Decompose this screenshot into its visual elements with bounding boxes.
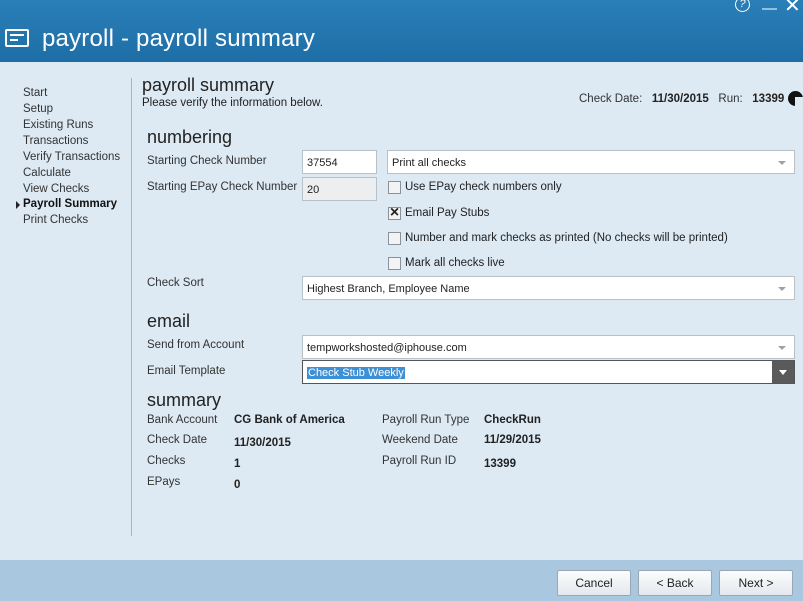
- page-subtitle: Please verify the information below.: [142, 97, 323, 109]
- summary-check-date-value: 11/30/2015: [234, 437, 291, 449]
- title-bar: payroll - payroll summary ? — ✕: [0, 0, 803, 62]
- run-label: Run:: [718, 93, 743, 105]
- epays-label: EPays: [147, 476, 181, 488]
- run-id-value: 13399: [484, 458, 516, 470]
- email-template-label: Email Template: [147, 365, 226, 377]
- epays-value: 0: [234, 479, 241, 491]
- email-heading: email: [147, 311, 191, 331]
- send-from-value: tempworkshosted@iphouse.com: [307, 342, 467, 354]
- checks-value: 1: [234, 458, 241, 470]
- payroll-card-icon: [5, 29, 29, 47]
- sidebar-item-start[interactable]: Start: [23, 87, 47, 99]
- chevron-down-icon[interactable]: [772, 361, 794, 383]
- sidebar-item-transactions[interactable]: Transactions: [23, 135, 88, 147]
- numbering-heading: numbering: [147, 127, 233, 147]
- print-option-value: Print all checks: [392, 157, 466, 169]
- sidebar-item-calculate[interactable]: Calculate: [23, 167, 71, 179]
- email-template-dropdown[interactable]: Check Stub Weekly: [302, 360, 795, 384]
- checks-label: Checks: [147, 455, 186, 467]
- run-type-label: Payroll Run Type: [382, 414, 470, 426]
- check-date-info: Check Date: 11/30/2015 Run: 13399: [579, 93, 784, 105]
- sidebar-item-existing-runs[interactable]: Existing Runs: [23, 119, 93, 131]
- checkbox-box[interactable]: [388, 232, 401, 245]
- wizard-steps-sidebar: Start Setup Existing Runs Transactions V…: [0, 62, 131, 540]
- weekend-date-value: 11/29/2015: [484, 434, 541, 446]
- run-status-icon: [788, 91, 803, 106]
- number-mark-checks-label: Number and mark checks as printed (No ch…: [405, 232, 728, 244]
- email-pay-stubs-label: Email Pay Stubs: [405, 207, 490, 219]
- email-template-value: Check Stub Weekly: [307, 367, 405, 379]
- summary-check-date-label: Check Date: [147, 434, 208, 446]
- check-date-label: Check Date:: [579, 93, 643, 105]
- minimize-icon[interactable]: —: [762, 0, 777, 18]
- page-title: payroll summary: [142, 75, 275, 95]
- starting-epay-input[interactable]: 20: [302, 177, 377, 201]
- run-value: 13399: [752, 93, 785, 105]
- check-sort-dropdown[interactable]: Highest Branch, Employee Name: [302, 276, 795, 300]
- chevron-down-icon: [778, 287, 786, 291]
- sidebar-item-print-checks[interactable]: Print Checks: [23, 214, 88, 226]
- run-type-value: CheckRun: [484, 414, 541, 426]
- cancel-button[interactable]: Cancel: [557, 570, 631, 596]
- sidebar-item-label: Payroll Summary: [23, 198, 117, 210]
- starting-check-label: Starting Check Number: [147, 155, 267, 167]
- next-button[interactable]: Next >: [719, 570, 793, 596]
- check-date-value: 11/30/2015: [651, 93, 709, 105]
- sidebar-divider: [131, 78, 132, 536]
- window-title: payroll - payroll summary: [42, 25, 316, 52]
- run-id-label: Payroll Run ID: [382, 455, 457, 467]
- bank-account-value: CG Bank of America: [234, 414, 345, 426]
- close-icon[interactable]: ✕: [784, 0, 801, 16]
- chevron-down-icon: [778, 161, 786, 165]
- help-icon[interactable]: ?: [735, 0, 750, 12]
- weekend-date-label: Weekend Date: [382, 434, 458, 446]
- bank-account-label: Bank Account: [147, 414, 218, 426]
- summary-heading: summary: [147, 390, 222, 410]
- send-from-dropdown[interactable]: tempworkshosted@iphouse.com: [302, 335, 795, 359]
- check-sort-value: Highest Branch, Employee Name: [307, 283, 470, 295]
- checkbox-box[interactable]: [388, 181, 401, 194]
- sidebar-item-payroll-summary[interactable]: Payroll Summary: [16, 198, 117, 210]
- use-epay-only-label: Use EPay check numbers only: [405, 181, 562, 193]
- sidebar-item-setup[interactable]: Setup: [23, 103, 53, 115]
- mark-checks-live-label: Mark all checks live: [405, 257, 505, 269]
- checkbox-box[interactable]: [388, 257, 401, 270]
- starting-check-input[interactable]: 37554: [302, 150, 377, 174]
- print-option-dropdown[interactable]: Print all checks: [387, 150, 795, 174]
- sidebar-item-verify-transactions[interactable]: Verify Transactions: [23, 151, 120, 163]
- checkbox-box-checked[interactable]: [388, 204, 401, 222]
- starting-epay-label: Starting EPay Check Number: [147, 181, 298, 193]
- check-sort-label: Check Sort: [147, 277, 204, 289]
- current-step-arrow-icon: [16, 201, 20, 209]
- send-from-label: Send from Account: [147, 339, 245, 351]
- sidebar-item-view-checks[interactable]: View Checks: [23, 183, 89, 195]
- chevron-down-icon: [778, 346, 786, 350]
- back-button[interactable]: < Back: [638, 570, 712, 596]
